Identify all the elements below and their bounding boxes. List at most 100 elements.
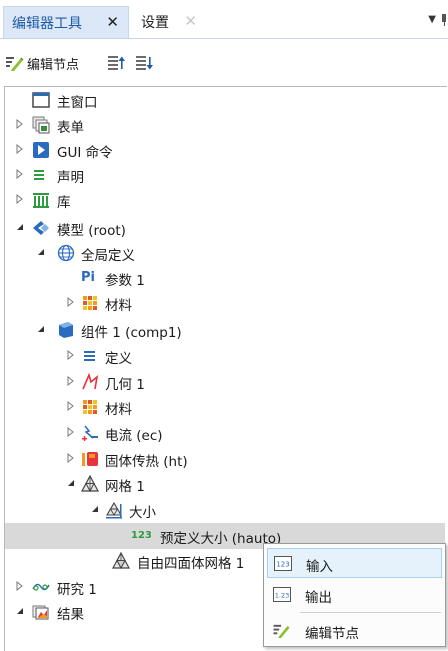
tree-item-label: 几何 1	[105, 377, 145, 393]
input-icon: 123	[274, 556, 292, 571]
tree-item-label: 材料	[105, 298, 132, 314]
study-icon	[32, 583, 50, 591]
tree-item-label: 声明	[57, 170, 84, 186]
tree-item-label: 表单	[57, 120, 84, 136]
expand-arrow-icon[interactable]	[15, 144, 25, 154]
tree-item-electric-currents[interactable]: 电流 (ec)	[5, 420, 445, 446]
collapse-arrow-icon[interactable]	[36, 324, 46, 334]
tree-item-label: GUI 命令	[57, 145, 113, 161]
tree-item-heat-transfer[interactable]: 固体传热 (ht)	[5, 446, 445, 472]
tree-item-label: 自由四面体网格 1	[137, 556, 245, 572]
tree-item-label: 主窗口	[57, 95, 98, 111]
expand-arrow-icon[interactable]	[15, 581, 25, 591]
tab-bar: 编辑器工具 ✕ 设置 ✕ ▼	[0, 0, 448, 39]
move-down-icon	[136, 56, 153, 70]
output-icon: 1.23	[273, 587, 291, 602]
edit-node-label: 编辑节点	[27, 57, 80, 73]
pin-icon[interactable]	[442, 14, 446, 26]
results-icon	[32, 605, 49, 620]
edit-node-icon	[6, 57, 24, 71]
free-tetrahedral-icon	[112, 552, 130, 570]
output-icon-text: 1.23	[275, 592, 289, 600]
toolbar: 编辑节点	[0, 46, 448, 80]
close-icon[interactable]: ✕	[106, 13, 119, 31]
tab-settings[interactable]: 设置 ✕	[133, 6, 203, 38]
menu-item-output[interactable]: 1.23 输出	[267, 580, 442, 610]
tree-item-label: 定义	[105, 351, 132, 367]
tree-item-gui-commands[interactable]: GUI 命令	[5, 137, 445, 163]
tree-item-global-definitions[interactable]: 全局定义	[5, 240, 445, 266]
gui-command-icon	[33, 142, 49, 158]
expand-arrow-icon[interactable]	[66, 350, 76, 360]
tree-item-label: 参数 1	[105, 273, 145, 289]
expand-arrow-icon[interactable]	[66, 297, 76, 307]
size-icon	[106, 501, 122, 519]
tree-item-definitions[interactable]: 定义	[5, 343, 445, 369]
tab-editor-tools[interactable]: 编辑器工具 ✕	[3, 6, 129, 38]
expand-arrow-icon[interactable]	[66, 453, 76, 463]
window-icon	[32, 92, 50, 108]
expand-arrow-icon[interactable]	[15, 194, 25, 204]
collapse-arrow-icon[interactable]	[15, 606, 25, 616]
tree-item-materials-component[interactable]: 材料	[5, 394, 445, 420]
expand-arrow-icon[interactable]	[15, 119, 25, 129]
move-up-icon	[108, 56, 125, 70]
electric-currents-icon	[82, 425, 98, 441]
tree-item-label: 固体传热 (ht)	[105, 454, 188, 470]
definitions-icon	[84, 351, 95, 361]
collapse-arrow-icon[interactable]	[36, 247, 46, 257]
tree-item-label: 网格 1	[105, 479, 145, 495]
tree-item-label: 大小	[129, 505, 156, 521]
component-icon	[59, 322, 73, 338]
tab-settings-label: 设置	[141, 15, 169, 31]
tree-item-label: 全局定义	[81, 248, 135, 264]
declarations-icon	[34, 170, 44, 180]
tree-item-forms[interactable]: 表单	[5, 112, 445, 138]
tree-item-label: 模型 (root)	[57, 223, 126, 239]
tree-item-label: 组件 1 (comp1)	[81, 325, 182, 341]
mesh-icon	[81, 475, 99, 493]
collapse-arrow-icon[interactable]	[66, 478, 76, 488]
tab-editor-tools-label: 编辑器工具	[12, 16, 82, 32]
tree-item-component[interactable]: 组件 1 (comp1)	[5, 317, 445, 343]
move-up-button[interactable]	[108, 52, 126, 74]
tree-item-materials-global[interactable]: 材料	[5, 290, 445, 316]
collapse-arrow-icon[interactable]	[15, 222, 25, 232]
menu-item-label: 输入	[306, 559, 333, 575]
tree-item-libraries[interactable]: 库	[5, 187, 445, 213]
expand-arrow-icon[interactable]	[66, 401, 76, 411]
materials-icon	[83, 400, 97, 414]
input-icon-text: 123	[276, 561, 289, 569]
menu-item-edit-node[interactable]: 编辑节点	[267, 616, 442, 646]
close-icon[interactable]: ✕	[184, 12, 197, 30]
tree-item-geometry[interactable]: 几何 1	[5, 369, 445, 395]
tree-item-declarations[interactable]: 声明	[5, 162, 445, 188]
collapse-arrow-icon[interactable]	[90, 504, 100, 514]
expand-arrow-icon[interactable]	[66, 376, 76, 386]
parameters-icon: Pi	[81, 270, 95, 285]
tree-item-model-root[interactable]: 模型 (root)	[5, 215, 445, 241]
tree-item-size[interactable]: 大小	[5, 497, 445, 523]
tree-item-parameters[interactable]: Pi 参数 1	[5, 265, 445, 291]
context-menu: 123 输入 1.23 输出 编辑节点	[263, 543, 446, 647]
tree-item-label: 库	[57, 195, 71, 211]
move-down-button[interactable]	[136, 52, 154, 74]
chevron-down-icon[interactable]: ▼	[428, 14, 436, 25]
expand-arrow-icon[interactable]	[66, 427, 76, 437]
form-icon	[32, 116, 50, 134]
edit-node-button[interactable]: 编辑节点	[6, 52, 79, 74]
menu-item-label: 输出	[305, 590, 332, 606]
materials-icon	[83, 296, 97, 310]
model-icon	[33, 221, 49, 235]
tree-item-label: 材料	[105, 402, 132, 418]
menu-item-input[interactable]: 123 输入	[267, 548, 442, 578]
tree-item-mesh[interactable]: 网格 1	[5, 471, 445, 497]
heat-transfer-icon	[82, 452, 98, 466]
tree-item-label: 电流 (ec)	[105, 428, 163, 444]
predefined-size-icon: 123	[131, 530, 152, 541]
tree-item-label: 结果	[57, 607, 84, 623]
menu-item-label: 编辑节点	[305, 626, 359, 642]
geometry-icon	[82, 373, 99, 390]
tree-item-main-window[interactable]: 主窗口	[5, 87, 445, 113]
expand-arrow-icon[interactable]	[15, 169, 25, 179]
